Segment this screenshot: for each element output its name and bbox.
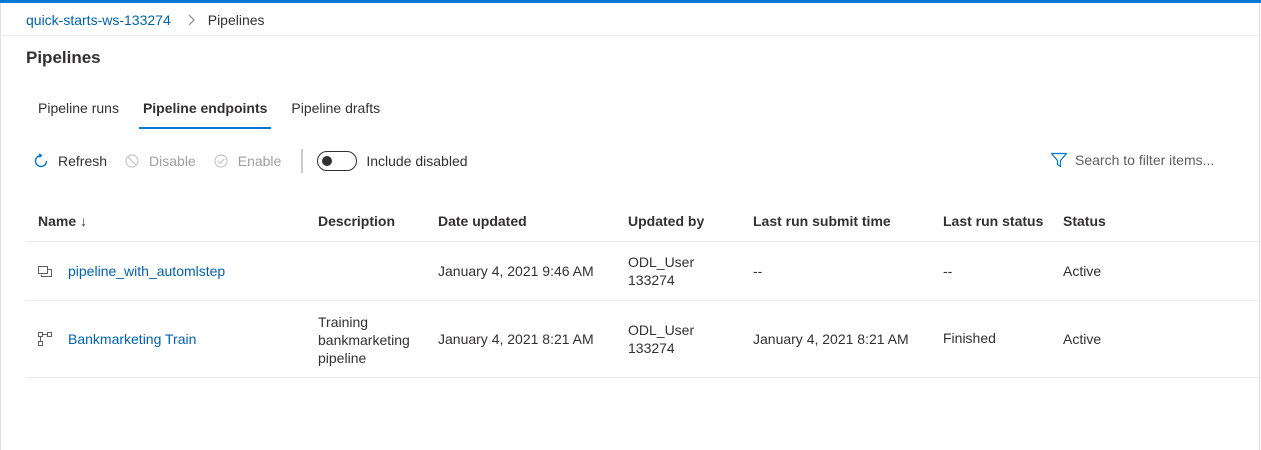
- breadcrumb: quick-starts-ws-133274 Pipelines: [26, 11, 265, 29]
- description-line: bankmarketing: [318, 332, 410, 348]
- status-cell: Active: [1063, 331, 1102, 347]
- status-cell: Active: [1063, 263, 1102, 279]
- description-line: Training: [318, 314, 369, 330]
- toggle-knob: [322, 156, 333, 166]
- breadcrumb-workspace-link[interactable]: quick-starts-ws-133274: [26, 12, 171, 28]
- page-title: Pipelines: [26, 48, 101, 67]
- updated-by-id: 133274: [628, 340, 675, 356]
- updated-by-cell: ODL_User 133274: [628, 253, 694, 289]
- last-run-status-cell: --: [943, 263, 953, 279]
- table-row[interactable]: Bankmarketing Train Training bankmarketi…: [26, 301, 1259, 378]
- tab-pipeline-drafts[interactable]: Pipeline drafts: [279, 97, 392, 130]
- breadcrumb-divider: [0, 35, 1259, 36]
- column-header-date-updated[interactable]: Date updated: [438, 213, 527, 229]
- column-header-description[interactable]: Description: [318, 213, 395, 229]
- top-accent-bar: [0, 0, 1261, 3]
- column-header-updated-by[interactable]: Updated by: [628, 213, 704, 229]
- disable-button[interactable]: Disable: [123, 150, 196, 172]
- last-run-submit-time-cell: --: [753, 263, 763, 279]
- tab-bar: Pipeline runs Pipeline endpoints Pipelin…: [26, 97, 392, 130]
- updated-by-user: ODL_User: [628, 254, 695, 270]
- last-run-submit-time-cell: January 4, 2021 8:21 AM: [753, 331, 909, 347]
- chevron-right-icon: [187, 14, 195, 26]
- refresh-label: Refresh: [58, 153, 108, 169]
- table-header-row: Name ↓ Description Date updated Updated …: [26, 202, 1259, 242]
- pipeline-name-link[interactable]: Bankmarketing Train: [68, 330, 196, 348]
- pipeline-endpoints-table: Name ↓ Description Date updated Updated …: [26, 202, 1259, 378]
- refresh-icon: [32, 152, 50, 170]
- left-border: [0, 3, 1, 450]
- column-header-last-run-status[interactable]: Last run status: [943, 213, 1043, 229]
- block-icon: [123, 152, 141, 170]
- command-bar: Refresh Disable Enable Include disabled: [32, 149, 468, 173]
- refresh-button[interactable]: Refresh: [32, 150, 107, 172]
- description-cell: Training bankmarketing pipeline: [318, 313, 410, 367]
- date-updated-cell: January 4, 2021 9:46 AM: [438, 263, 594, 279]
- check-circle-icon: [212, 152, 230, 170]
- description-line: pipeline: [318, 350, 367, 366]
- pipeline-graph-icon: [38, 332, 52, 346]
- tab-pipeline-runs[interactable]: Pipeline runs: [26, 97, 131, 130]
- column-header-status[interactable]: Status: [1063, 213, 1106, 229]
- updated-by-cell: ODL_User 133274: [628, 321, 694, 357]
- right-border: [1259, 3, 1260, 450]
- updated-by-user: ODL_User: [628, 322, 695, 338]
- search-box[interactable]: [1050, 150, 1225, 170]
- pipeline-endpoint-icon: [38, 264, 52, 278]
- table-row[interactable]: pipeline_with_automlstep January 4, 2021…: [26, 242, 1259, 301]
- filter-icon: [1050, 151, 1068, 169]
- tab-pipeline-endpoints[interactable]: Pipeline endpoints: [131, 97, 279, 130]
- updated-by-id: 133274: [628, 272, 675, 288]
- date-updated-cell: January 4, 2021 8:21 AM: [438, 331, 594, 347]
- include-disabled-label: Include disabled: [366, 153, 468, 169]
- enable-label: Enable: [237, 153, 282, 169]
- disable-label: Disable: [149, 153, 196, 169]
- pipeline-name-link[interactable]: pipeline_with_automlstep: [68, 262, 225, 280]
- toolbar-separator: [301, 149, 304, 173]
- breadcrumb-current: Pipelines: [207, 12, 265, 28]
- last-run-status-cell: Finished: [943, 330, 996, 346]
- column-header-name[interactable]: Name ↓: [38, 213, 87, 229]
- include-disabled-toggle[interactable]: [317, 151, 358, 171]
- search-input[interactable]: [1075, 152, 1225, 168]
- enable-button[interactable]: Enable: [212, 150, 282, 172]
- column-header-last-run-submit-time[interactable]: Last run submit time: [753, 213, 891, 229]
